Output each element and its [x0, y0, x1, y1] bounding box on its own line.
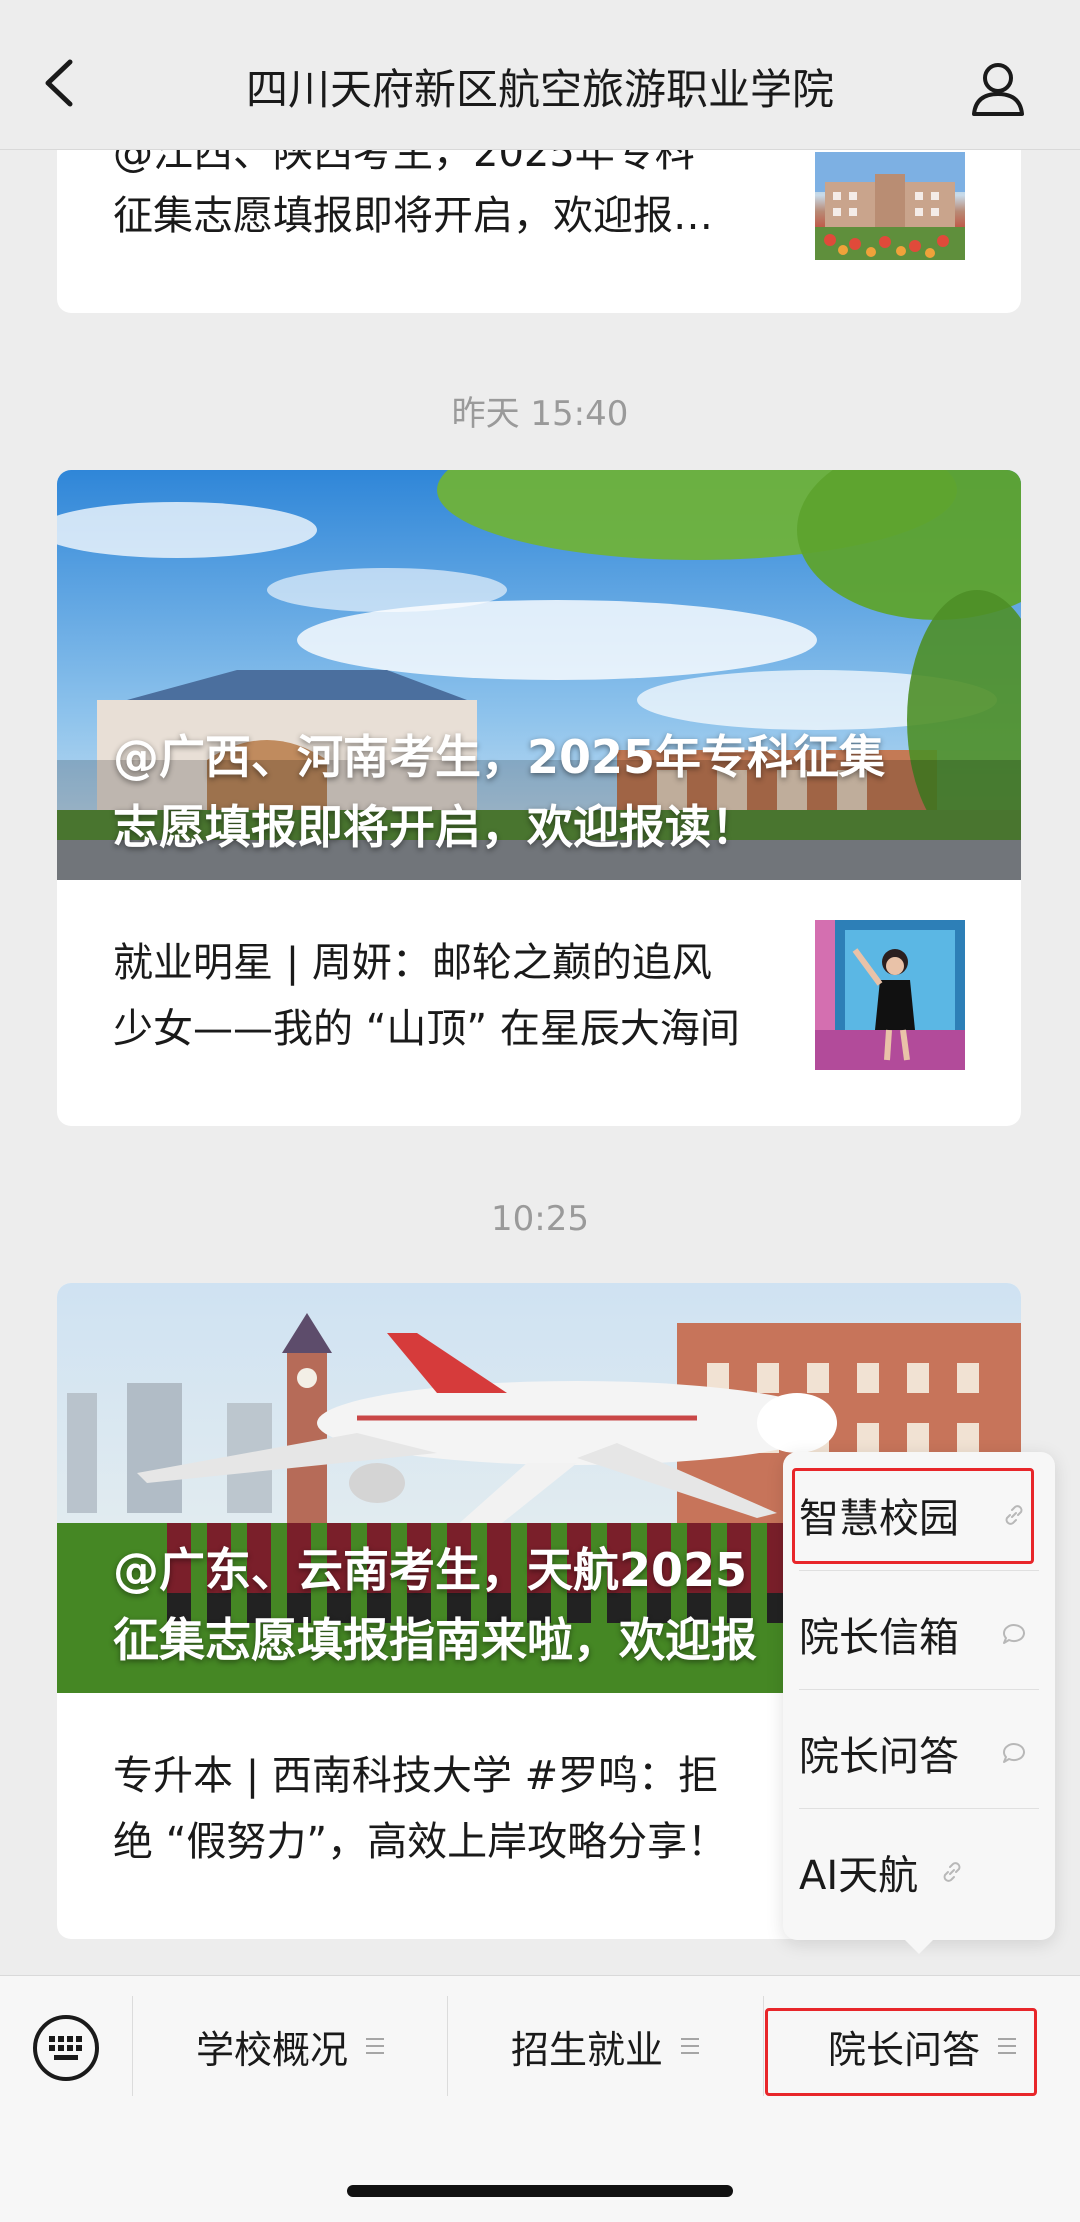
chevron-left-icon[interactable]: [40, 58, 80, 108]
submenu-item-label: AI天航: [799, 1853, 919, 1899]
home-indicator: [347, 2185, 733, 2197]
article-title-line: 少女——我的 “山顶” 在星辰大海间: [113, 1006, 740, 1052]
highlight-box: [765, 2008, 1037, 2096]
highlight-box: [792, 1468, 1034, 1564]
article-title-line: 征集志愿填报即将开启，欢迎报…: [113, 193, 713, 239]
article-group-card[interactable]: @广西、河南考生，2025年专科征集 志愿填报即将开启，欢迎报读！ 就业明星 |…: [57, 470, 1021, 1126]
menu-lines-icon: [366, 2038, 384, 2054]
menu-tab-label: 学校概况: [195, 2027, 348, 2072]
submenu-item-president-qa[interactable]: 院长问答: [799, 1690, 1039, 1808]
page-title: 四川天府新区航空旅游职业学院: [245, 65, 834, 114]
article-row[interactable]: 就业明星 | 周妍：邮轮之巅的追风 少女——我的 “山顶” 在星辰大海间: [57, 880, 1021, 1120]
menu-tab-label: 招生就业: [510, 2027, 663, 2072]
article-thumbnail: [815, 920, 965, 1070]
article-thumbnail: [815, 152, 965, 260]
menu-lines-icon: [681, 2038, 699, 2054]
hero-title-line: 志愿填报即将开启，欢迎报读！: [113, 800, 757, 854]
submenu-item-label: 院长问答: [799, 1734, 959, 1780]
hero-article[interactable]: @广西、河南考生，2025年专科征集 志愿填报即将开启，欢迎报读！: [57, 470, 1021, 880]
article-title: 专升本 | 西南科技大学 #罗鸣：拒 绝 “假努力”，高效上岸攻略分享！: [113, 1743, 793, 1875]
article-title-line: 专升本 | 西南科技大学 #罗鸣：拒: [113, 1753, 719, 1799]
nav-header: 四川天府新区航空旅游职业学院: [0, 0, 1080, 150]
hero-article-title: @广西、河南考生，2025年专科征集 志愿填报即将开启，欢迎报读！: [113, 722, 973, 862]
keyboard-icon[interactable]: [32, 2014, 100, 2082]
chat-bubble-icon: [1001, 1740, 1027, 1766]
timestamp: 昨天 15:40: [451, 394, 629, 434]
menu-tab-admissions-employment[interactable]: 招生就业: [448, 2000, 762, 2092]
person-icon[interactable]: [968, 58, 1028, 118]
submenu-item-ai-tianhang[interactable]: AI天航: [799, 1809, 1039, 1927]
link-icon: [939, 1859, 965, 1885]
article-title: 就业明星 | 周妍：邮轮之巅的追风 少女——我的 “山顶” 在星辰大海间: [113, 930, 793, 1062]
article-title-line: 绝 “假努力”，高效上岸攻略分享！: [113, 1819, 728, 1865]
menu-tab-school-overview[interactable]: 学校概况: [133, 2000, 447, 2092]
submenu-item-president-mailbox[interactable]: 院长信箱: [799, 1571, 1039, 1689]
chat-bubble-icon: [1001, 1621, 1027, 1647]
timestamp: 10:25: [491, 1199, 589, 1239]
submenu-item-label: 院长信箱: [799, 1615, 959, 1661]
hero-title-line: @广西、河南考生，2025年专科征集: [113, 730, 886, 784]
article-title-line: 就业明星 | 周妍：邮轮之巅的追风: [113, 940, 712, 986]
